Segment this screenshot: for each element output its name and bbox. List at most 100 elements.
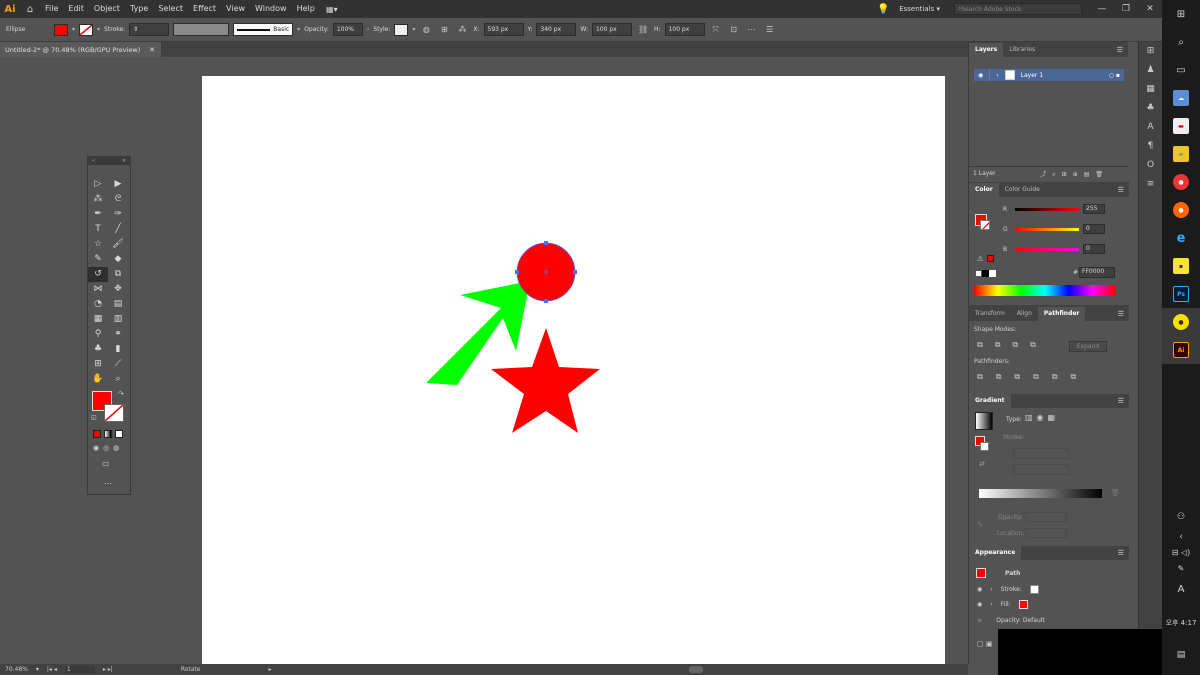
gradient-angle-field[interactable] [1013,448,1069,459]
r-slider[interactable] [1015,208,1079,211]
eyedropper-icon[interactable]: ✎ [977,520,984,529]
gradient-mode-icon[interactable] [104,430,112,438]
perspective-grid-tool-icon[interactable]: ▤ [108,297,128,312]
target-icon[interactable]: ○ ▪ [1109,72,1120,79]
mesh-tool-icon[interactable]: ▦ [88,312,108,327]
gamut-swatch[interactable] [987,255,994,262]
tab-libraries[interactable]: Libraries [1003,43,1041,57]
menu-help[interactable]: Help [292,0,320,18]
task-view-icon[interactable]: ▭ [1162,56,1200,84]
curvature-tool-icon[interactable]: ✑ [108,207,128,222]
tab-pathfinder[interactable]: Pathfinder [1037,307,1086,321]
draw-behind-icon[interactable]: ◎ [103,444,109,452]
anchor-point[interactable] [515,270,519,274]
chevron-down-icon[interactable]: ▾ [412,26,415,33]
paintbrush-tool-icon[interactable]: 🖌 [108,237,128,252]
direct-selection-tool-icon[interactable]: ▶ [108,177,128,192]
layers-footer-icons[interactable]: ⤴⌕⊞⊕▤🗑 [1040,169,1109,179]
color-mode-icon[interactable] [93,430,101,438]
search-icon[interactable]: ⌕ [1162,28,1200,56]
slice-tool-icon[interactable]: ⟋ [108,357,128,372]
g-slider[interactable] [1015,228,1079,231]
appearance-stroke-row[interactable]: ◉ › Stroke: [977,585,1039,594]
appearance-fill-row[interactable]: ◉ › Fill: [977,600,1028,609]
close-button[interactable]: ✕ [1138,0,1162,18]
pen-icon[interactable]: ✎ [1162,564,1200,573]
document-tab[interactable]: Untitled-2* @ 70.48% (RGB/GPU Preview) ✕ [0,42,162,57]
chevron-right-icon[interactable]: › [367,26,369,33]
eye-icon[interactable]: ◉ [977,586,982,593]
panel-menu-icon[interactable]: ☰ [1113,307,1129,321]
panel-menu-icon[interactable]: ☰ [763,23,777,37]
expand-chevron-icon[interactable]: › [990,601,992,608]
symbols-icon[interactable]: ♣ [1139,99,1162,118]
hand-tool-icon[interactable]: ✋ [88,372,108,387]
artboard-tool-icon[interactable]: ⊞ [88,357,108,372]
eyedropper-tool-icon[interactable]: ⚲ [88,327,108,342]
expand-chevron-icon[interactable]: › [996,72,998,79]
appearance-footer-icons[interactable]: ▢ ▣ [977,640,992,648]
reverse-gradient-icon[interactable]: ⇄ [979,460,985,468]
stroke-panel-icon[interactable]: ≡ [1139,175,1162,194]
isolate-icon[interactable]: ⊡ [727,23,741,37]
network-volume-icons[interactable]: ⊟ ◁) [1162,548,1200,557]
width-tool-icon[interactable]: ⋈ [88,282,108,297]
gradient-slider[interactable] [979,489,1102,498]
star-tool-icon[interactable]: ☆ [88,237,108,252]
chevron-down-icon[interactable]: ▾ [72,26,75,33]
r-field[interactable]: 255 [1083,204,1105,214]
stroke-color-box[interactable] [104,404,124,422]
stroke-weight-field[interactable]: ⇕ [129,23,170,36]
menu-object[interactable]: Object [89,0,125,18]
lightbulb-icon[interactable]: 💡 [873,4,893,15]
tab-layers[interactable]: Layers [969,43,1004,57]
symbol-sprayer-tool-icon[interactable]: ♣ [88,342,108,357]
black-swatch[interactable] [982,270,989,277]
color-stroke-swatch[interactable] [980,220,990,230]
artboard-nav-last[interactable]: ▸ ▸| [103,666,113,673]
default-colors-icon[interactable]: ◱ [91,414,97,421]
layer-row[interactable]: ◉ › Layer 1 ○ ▪ [974,69,1124,81]
height-field[interactable]: 100 px [664,23,705,36]
panel-menu-icon[interactable]: ☰ [1113,183,1129,197]
expand-button[interactable]: Expand [1069,341,1107,352]
tab-align[interactable]: Align [1011,307,1038,321]
lock-column[interactable] [989,69,991,81]
panel-menu-icon[interactable]: ☰ [1113,394,1129,408]
app-icon-illustrator[interactable]: Ai [1162,336,1200,364]
workspace-switcher[interactable]: Essentials ▾ [893,5,946,13]
red-star-shape[interactable] [491,328,600,433]
tab-transform[interactable]: Transform [969,307,1011,321]
hex-field[interactable]: FF0000 [1079,267,1115,278]
transform-icon[interactable]: ⤧ [709,23,723,37]
gradient-type-buttons[interactable]: ▥◉▦ [1025,413,1059,422]
app-icon-cloud[interactable]: ☁ [1162,84,1200,112]
x-field[interactable]: 593 px [483,23,524,36]
close-icon[interactable]: ✕ [149,46,155,54]
search-stock-input[interactable]: ⌕ Search Adobe Stock [954,3,1082,15]
white-swatch[interactable] [989,270,996,277]
tab-appearance[interactable]: Appearance [969,546,1022,560]
tab-color-guide[interactable]: Color Guide [999,183,1046,197]
panel-menu-icon[interactable]: ☰ [1112,43,1128,57]
menu-select[interactable]: Select [153,0,188,18]
pencil-tool-icon[interactable]: ✎ [88,252,108,267]
brush-definition[interactable]: Basic [233,23,294,36]
restore-button[interactable]: ❐ [1114,0,1138,18]
menu-file[interactable]: File [40,0,63,18]
eye-icon[interactable]: ◉ [977,617,982,624]
tab-color[interactable]: Color [969,183,999,197]
line-tool-icon[interactable]: ╱ [108,222,128,237]
menu-effect[interactable]: Effect [188,0,221,18]
gradient-stroke-swatch[interactable] [980,442,989,451]
chevron-down-icon[interactable]: ▾ [297,26,300,33]
opacity-field[interactable]: 100% [332,23,363,36]
g-field[interactable]: 0 [1083,224,1105,234]
arrange-documents-icon[interactable]: ▦▾ [320,5,344,14]
shape-mode-buttons[interactable]: ⧉⧉⧉⧉ [977,340,1048,350]
width-field[interactable]: 100 px [592,23,633,36]
none-mode-icon[interactable] [115,430,123,438]
menu-type[interactable]: Type [125,0,153,18]
rotate-tool-icon[interactable]: ↺ [88,267,108,282]
swatches-icon[interactable]: ▦ [1139,80,1162,99]
